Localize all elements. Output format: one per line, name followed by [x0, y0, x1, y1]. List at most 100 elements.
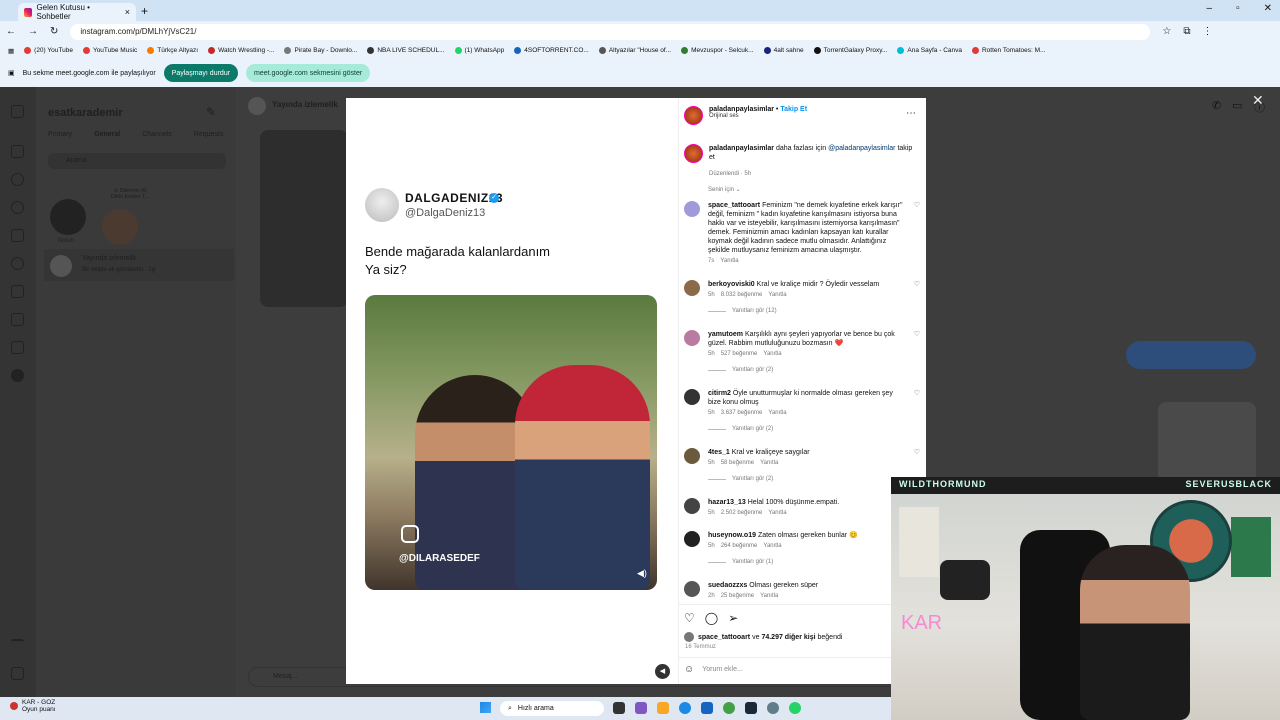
- minimize-icon[interactable]: –: [1207, 3, 1213, 14]
- audio-label[interactable]: Orijinal ses: [709, 113, 807, 119]
- liked-by-count[interactable]: 74.297 diğer kişi: [761, 634, 815, 641]
- sort-dropdown[interactable]: Senin için ⌄: [708, 186, 741, 193]
- close-icon[interactable]: ✕: [1252, 92, 1264, 109]
- like-comment-icon[interactable]: ♡: [914, 389, 920, 432]
- instagram-icon[interactable]: [11, 105, 24, 118]
- more-menu-icon[interactable]: [11, 639, 24, 652]
- share-icon[interactable]: ➢: [728, 611, 738, 625]
- outlook-icon[interactable]: [701, 702, 713, 714]
- bookmark[interactable]: (1) WhatsApp: [454, 47, 504, 54]
- reply-button[interactable]: Yanıtla: [768, 292, 786, 298]
- bookmark[interactable]: Pirate Bay - Downlo...: [284, 47, 357, 54]
- comment-user[interactable]: hazar13_13: [708, 499, 746, 506]
- like-comment-icon[interactable]: ♡: [914, 201, 920, 264]
- bookmark[interactable]: Ana Sayfa - Canva: [897, 47, 962, 54]
- chrome-icon[interactable]: [723, 702, 735, 714]
- profile-icon[interactable]: [11, 369, 24, 382]
- view-replies[interactable]: Yanıtları gör (12): [708, 308, 906, 314]
- extensions-icon[interactable]: ⧉: [1183, 26, 1190, 37]
- close-window-icon[interactable]: ✕: [1264, 3, 1272, 14]
- reply-button[interactable]: Yanıtla: [760, 593, 778, 599]
- reply-button[interactable]: Yanıtla: [760, 460, 778, 466]
- mute-icon[interactable]: ◀: [655, 664, 670, 679]
- search-input[interactable]: Arama: [48, 153, 226, 169]
- comment-avatar[interactable]: [684, 280, 700, 296]
- comment-avatar[interactable]: [684, 498, 700, 514]
- search-icon[interactable]: [11, 173, 24, 186]
- maximize-icon[interactable]: ▫: [1236, 3, 1240, 14]
- comment-avatar[interactable]: [684, 330, 700, 346]
- comment-user[interactable]: citirm2: [708, 390, 731, 397]
- bookmark[interactable]: (20) YouTube: [24, 47, 73, 54]
- caption-mention[interactable]: @paladanpaylasimlar: [828, 145, 895, 152]
- steam-icon[interactable]: [745, 702, 757, 714]
- show-tab-button[interactable]: meet.google.com sekmesini göster: [246, 64, 371, 82]
- url-field[interactable]: instagram.com/p/DMLhYjVsC21/: [70, 23, 1151, 40]
- follow-button[interactable]: Takip Et: [780, 106, 807, 113]
- volume-icon[interactable]: ◀): [637, 568, 647, 579]
- reload-icon[interactable]: ↻: [50, 26, 58, 37]
- explore-icon[interactable]: [11, 201, 24, 214]
- like-comment-icon[interactable]: ♡: [914, 280, 920, 314]
- taskbar-widget[interactable]: KAR - GOZ Oyun puanı: [10, 699, 56, 713]
- settings-icon[interactable]: [767, 702, 779, 714]
- comment-avatar[interactable]: [684, 389, 700, 405]
- bookmark[interactable]: 4alt sahne: [763, 47, 804, 54]
- comment-avatar[interactable]: [684, 448, 700, 464]
- tab-requests[interactable]: Requests: [194, 131, 224, 138]
- bookmark[interactable]: TorrentGalaxy Proxy...: [813, 47, 887, 54]
- apps-icon[interactable]: ▦: [8, 47, 14, 55]
- shared-video-card[interactable]: [260, 130, 348, 307]
- bookmark[interactable]: Rotten Tomatoes: M...: [971, 47, 1045, 54]
- edge-icon[interactable]: [679, 702, 691, 714]
- caption-user[interactable]: paladanpaylasimlar: [709, 145, 774, 152]
- compose-icon[interactable]: ✎: [206, 105, 216, 119]
- reply-button[interactable]: Yanıtla: [768, 410, 786, 416]
- close-tab-icon[interactable]: ×: [125, 7, 130, 17]
- comment-user[interactable]: huseynow.o19: [708, 532, 756, 539]
- thread-header-name[interactable]: Yayında izlemelik: [272, 100, 338, 109]
- bookmark[interactable]: Altyazılar "House of...: [598, 47, 671, 54]
- bookmark[interactable]: NBA LIVE SCHEDUL...: [367, 47, 445, 54]
- taskbar-search[interactable]: ⌕ Hızlı arama: [500, 701, 604, 716]
- reply-button[interactable]: Yanıtla: [763, 543, 781, 549]
- post-video[interactable]: @DILARASEDEF ◀): [365, 295, 657, 590]
- bookmark[interactable]: Watch Wrestling -...: [208, 47, 274, 54]
- whatsapp-icon[interactable]: [789, 702, 801, 714]
- view-replies[interactable]: Yanıtları gör (2): [708, 426, 906, 432]
- shared-post-preview[interactable]: [1158, 402, 1256, 482]
- new-tab-button[interactable]: +: [141, 4, 148, 18]
- author-avatar[interactable]: [684, 144, 703, 163]
- dashboard-icon[interactable]: [11, 341, 24, 354]
- reply-button[interactable]: Yanıtla: [720, 258, 738, 264]
- messages-icon[interactable]: [11, 257, 24, 270]
- comment-avatar[interactable]: [684, 531, 700, 547]
- bookmark[interactable]: Türkçe Altyazı: [147, 47, 198, 54]
- copilot-icon[interactable]: [635, 702, 647, 714]
- reply-button[interactable]: Yanıtla: [768, 510, 786, 516]
- like-icon[interactable]: ♡: [684, 611, 695, 625]
- stop-sharing-button[interactable]: Paylaşmayı durdur: [163, 64, 239, 82]
- emoji-icon[interactable]: ☺: [684, 664, 694, 675]
- video-call-icon[interactable]: ▭: [1232, 99, 1242, 112]
- bookmark[interactable]: Mevzuspor - Selcuk...: [681, 47, 754, 54]
- tab-general[interactable]: General: [94, 131, 120, 138]
- meta-icon[interactable]: [11, 667, 24, 680]
- dm-username[interactable]: esatkarademir: [48, 107, 123, 119]
- view-replies[interactable]: Yanıtları gör (1): [708, 559, 920, 565]
- forward-icon[interactable]: →: [28, 26, 38, 37]
- comment-user[interactable]: berkoyoviski0: [708, 281, 755, 288]
- call-icon[interactable]: ✆: [1212, 99, 1221, 112]
- bookmark[interactable]: YouTube Music: [82, 47, 137, 54]
- comment-user[interactable]: suedaozzxs: [708, 582, 747, 589]
- task-view-icon[interactable]: [613, 702, 625, 714]
- file-explorer-icon[interactable]: [657, 702, 669, 714]
- like-comment-icon[interactable]: ♡: [914, 330, 920, 373]
- comment-user[interactable]: space_tattooart: [708, 202, 760, 209]
- comment-avatar[interactable]: [684, 581, 700, 597]
- comment-icon[interactable]: ◯: [705, 611, 718, 625]
- star-icon[interactable]: ☆: [1162, 26, 1171, 37]
- windows-start-icon[interactable]: [480, 702, 491, 713]
- browser-tab[interactable]: Gelen Kutusu • Sohbetler ×: [18, 3, 136, 21]
- reels-icon[interactable]: [11, 229, 24, 242]
